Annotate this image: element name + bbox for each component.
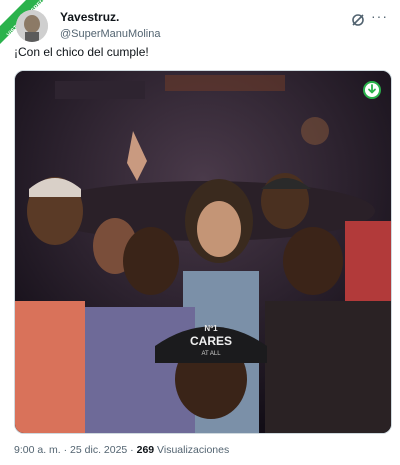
download-icon[interactable] — [363, 81, 381, 99]
tweet-meta: 9:00 a. m. · 25 dic. 2025 · 269 Visualiz… — [14, 444, 229, 456]
views-count: 269 — [136, 444, 155, 456]
cap-text-1: Nº1 — [204, 324, 218, 333]
display-name[interactable]: Yavestruz. — [60, 10, 160, 25]
separator: · — [60, 444, 71, 456]
grok-icon[interactable] — [350, 12, 366, 28]
tweet-time[interactable]: 9:00 a. m. — [14, 444, 61, 456]
tweet-text: ¡Con el chico del cumple! — [14, 45, 149, 59]
views-label: Visualizaciones — [154, 444, 230, 456]
cap-text-2: CARES — [190, 334, 232, 348]
cap-text-3: AT ALL — [201, 351, 221, 357]
tweet-header: Yavestruz. @SuperManuMolina ··· — [14, 6, 394, 46]
tweet-photo[interactable]: Nº1 CARES AT ALL — [14, 70, 392, 434]
user-handle[interactable]: @SuperManuMolina — [60, 27, 160, 41]
avatar[interactable] — [16, 10, 48, 42]
separator: · — [127, 444, 137, 456]
more-icon[interactable]: ··· — [371, 8, 388, 24]
tweet-date[interactable]: 25 dic. 2025 — [70, 444, 127, 456]
